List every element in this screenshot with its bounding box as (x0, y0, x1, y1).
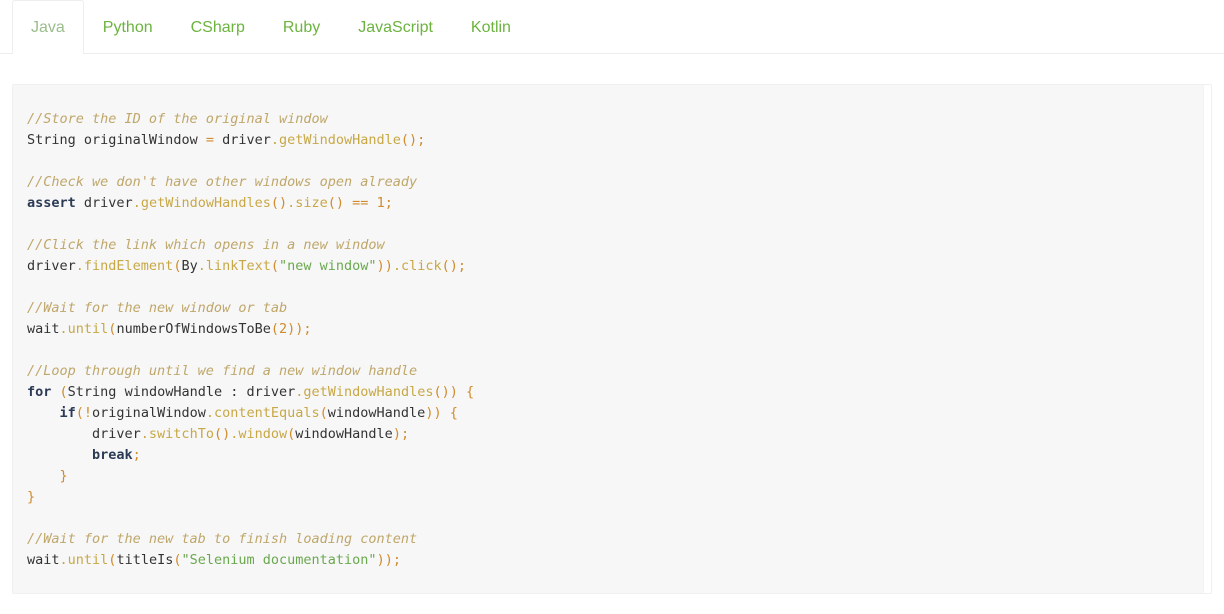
code-token-type: String (67, 384, 117, 400)
code-token-plain: numberOfWindowsToBe (116, 321, 271, 337)
code-token-plain: windowHandle (295, 426, 393, 442)
code-line: driver.switchTo().window(windowHandle); (27, 426, 409, 442)
code-token-cmt: //Click the link which opens in a new wi… (27, 237, 385, 253)
code-token-cmt: //Check we don't have other windows open… (27, 174, 418, 190)
code-token-kw: if (59, 405, 76, 421)
code-token-plain: driver (27, 426, 141, 442)
code-content: //Store the ID of the original window St… (27, 109, 1191, 571)
tab-java[interactable]: Java (12, 0, 84, 54)
code-token-punct: () (270, 195, 288, 211)
code-token-plain: By (181, 258, 198, 274)
code-token-punct: ; (384, 195, 393, 211)
code-token-plain: windowHandle (116, 384, 231, 400)
code-token-str: "Selenium documentation" (181, 552, 377, 568)
code-token-punct: ()) { (433, 384, 475, 400)
code-token-punct: (); (441, 258, 467, 274)
code-scrollbar[interactable] (1203, 85, 1211, 593)
code-token-punct: () (213, 426, 231, 442)
code-token-fn: .window (230, 426, 288, 442)
code-line: wait.until(numberOfWindowsToBe(2)); (27, 321, 312, 337)
tab-kotlin[interactable]: Kotlin (452, 0, 530, 54)
code-token-punct: = (205, 132, 214, 148)
code-token-plain: originalWindow (75, 132, 206, 148)
code-line: //Wait for the new window or tab (27, 300, 287, 316)
code-token-punct: ( (270, 258, 280, 274)
code-token-num: 1 (376, 195, 385, 211)
code-token-fn: .getWindowHandles (295, 384, 434, 400)
tab-ruby[interactable]: Ruby (264, 0, 339, 54)
code-token-str: "new window" (279, 258, 377, 274)
code-line: } (27, 468, 68, 484)
code-line: driver.findElement(By.linkText("new wind… (27, 258, 466, 274)
tab-list: Java Python CSharp Ruby JavaScript Kotlin (0, 0, 1224, 54)
code-token-kw: break (92, 447, 133, 463)
code-line: //Click the link which opens in a new wi… (27, 237, 385, 253)
code-token-fn: .until (59, 552, 109, 568)
code-sample-container: //Store the ID of the original window St… (0, 54, 1224, 594)
code-token-punct: )); (287, 321, 312, 337)
code-token-fn: .click (392, 258, 442, 274)
code-line: //Store the ID of the original window (27, 111, 328, 127)
tab-python[interactable]: Python (84, 0, 172, 54)
code-token-plain: driver (75, 195, 133, 211)
code-token-punct: ; (132, 447, 141, 463)
code-token-punct: (! (75, 405, 93, 421)
code-line: } (27, 489, 35, 505)
code-token-fn: .size (287, 195, 328, 211)
code-token-punct: )) (376, 258, 393, 274)
code-token-fn: .getWindowHandle (270, 132, 401, 148)
code-token-cmt: //Wait for the new tab to finish loading… (27, 531, 418, 547)
code-token-punct: )) { (425, 405, 458, 421)
code-token-num: 2 (279, 321, 288, 337)
code-block: //Store the ID of the original window St… (12, 84, 1212, 594)
tab-javascript[interactable]: JavaScript (339, 0, 452, 54)
code-token-fn: .until (59, 321, 109, 337)
code-token-plain: titleIs (116, 552, 174, 568)
code-token-plain: driver (213, 132, 271, 148)
code-token-punct: ( (270, 321, 280, 337)
code-token-plain: wait (27, 552, 60, 568)
code-token-fn: .switchTo (140, 426, 214, 442)
code-token-fn: .findElement (75, 258, 174, 274)
code-token-cmt: //Loop through until we find a new windo… (27, 363, 418, 379)
code-token-fn: .contentEquals (205, 405, 320, 421)
code-token-punct: )); (376, 552, 401, 568)
code-token-plain: driver (238, 384, 296, 400)
code-line: break; (27, 447, 141, 463)
code-token-plain: windowHandle (327, 405, 426, 421)
code-line: assert driver.getWindowHandles().size() … (27, 195, 393, 211)
code-token-type: String (27, 132, 76, 148)
code-token-cmt: //Wait for the new window or tab (27, 300, 288, 316)
code-token-fn: .linkText (197, 258, 271, 274)
code-line: //Check we don't have other windows open… (27, 174, 417, 190)
code-line: //Loop through until we find a new windo… (27, 363, 417, 379)
code-token-punct: ); (392, 426, 410, 442)
code-token-punct: } (27, 489, 36, 505)
language-tab-bar: Java Python CSharp Ruby JavaScript Kotlin (0, 0, 1224, 54)
code-token-plain: driver (27, 258, 76, 274)
code-token-plain: originalWindow (92, 405, 206, 421)
code-line: wait.until(titleIs("Selenium documentati… (27, 552, 401, 568)
code-line: //Wait for the new tab to finish loading… (27, 531, 417, 547)
code-token-punct: } (27, 468, 68, 484)
code-line: String originalWindow = driver.getWindow… (27, 132, 425, 148)
code-token-fn: .getWindowHandles (132, 195, 271, 211)
code-token-punct: ( (51, 384, 68, 400)
code-line: if(!originalWindow.contentEquals(windowH… (27, 405, 458, 421)
code-token-kw: for (27, 384, 52, 400)
code-token-plain: wait (27, 321, 60, 337)
tab-csharp[interactable]: CSharp (172, 0, 264, 54)
code-token-kw: assert (27, 195, 76, 211)
code-token-punct: (); (400, 132, 426, 148)
code-token-cmt: //Store the ID of the original window (27, 111, 328, 127)
code-token-punct: ( (319, 405, 328, 421)
code-line: for (String windowHandle : driver.getWin… (27, 384, 474, 400)
code-token-punct: () (327, 195, 353, 211)
code-token-punct: == (352, 195, 369, 211)
